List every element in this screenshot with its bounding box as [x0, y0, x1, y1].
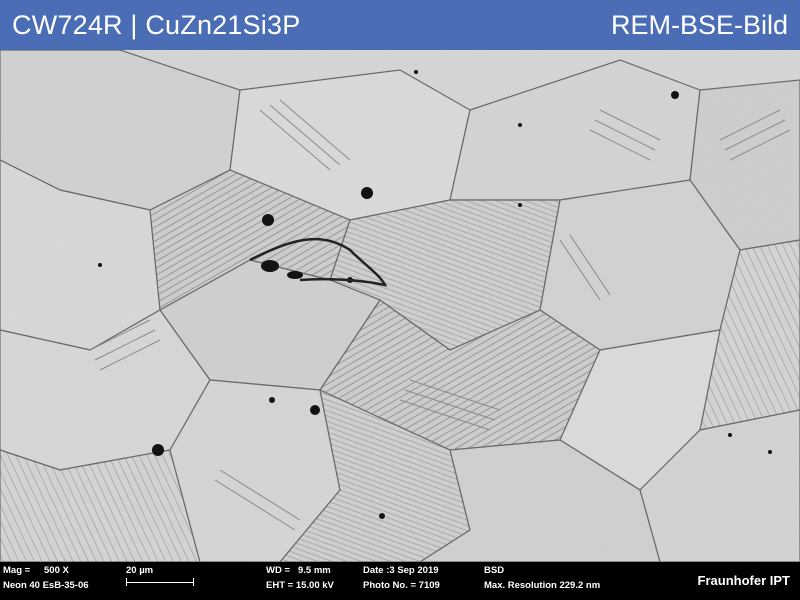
- image-type-label: REM-BSE-Bild: [610, 10, 788, 40]
- mag-value: 500 X: [44, 565, 69, 576]
- wd-label: WD =: [266, 565, 291, 576]
- fraunhofer-logo: Fraunhofer IPT: [697, 573, 790, 588]
- microstructure-drawing: [0, 50, 800, 562]
- photo-number: Photo No. = 7109: [363, 580, 440, 591]
- scale-label: 20 µm: [126, 565, 154, 576]
- eht-label: EHT = 15.00 kV: [266, 580, 334, 591]
- sem-data-bar: Mag = 500 X Neon 40 EsB-35-06 20 µm WD =…: [0, 562, 800, 600]
- date-label: Date :3 Sep 2019: [363, 565, 439, 576]
- scale-bar: [126, 578, 194, 586]
- sem-image-frame: CW724R | CuZn21Si3P REM-BSE-Bild Mag = 5…: [0, 0, 800, 600]
- instrument-label: Neon 40 EsB-35-06: [3, 580, 89, 591]
- resolution-label: Max. Resolution 229.2 nm: [484, 580, 601, 591]
- mag-label: Mag =: [3, 565, 31, 576]
- title-banner: CW724R | CuZn21Si3P REM-BSE-Bild: [0, 0, 800, 50]
- detector-label: BSD: [484, 565, 505, 576]
- microstructure-image: [0, 50, 800, 562]
- material-title: CW724R | CuZn21Si3P: [12, 10, 301, 40]
- wd-value: 9.5 mm: [298, 565, 331, 576]
